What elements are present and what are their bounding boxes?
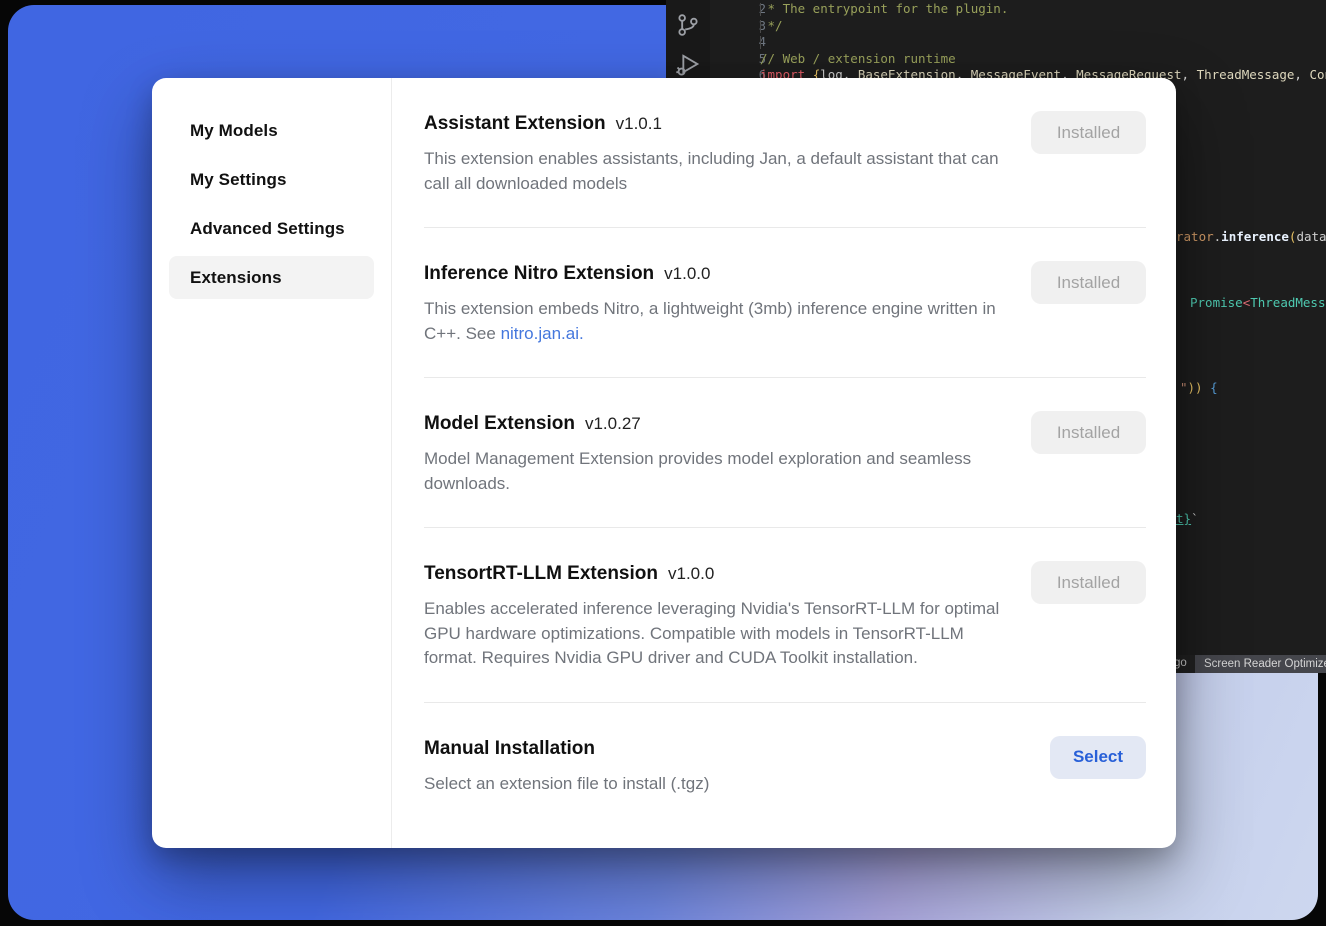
extension-info: TensortRT-LLM Extension v1.0.0 Enables acc…	[424, 561, 1002, 671]
extension-title: Assistant Extension v1.0.1	[424, 111, 1002, 137]
extension-row: TensortRT-LLM Extension v1.0.0 Enables acc…	[424, 528, 1146, 703]
line-number: 4	[710, 34, 766, 51]
settings-sidebar: My Models My Settings Advanced Settings Ext…	[152, 78, 392, 848]
sidebar-item-advanced-settings[interactable]: Advanced Settings	[169, 207, 374, 250]
extension-info: Model Extension v1.0.27 Model Management E…	[424, 411, 1002, 496]
code-token: data	[1296, 229, 1326, 244]
line-number: 5	[710, 51, 766, 68]
code-token: ,	[1294, 67, 1309, 82]
extension-name: Assistant Extension	[424, 113, 606, 134]
extension-title: Manual Installation	[424, 736, 709, 762]
code-fragment: t}`	[1176, 511, 1199, 526]
extensions-list: Assistant Extension v1.0.1 This extension …	[392, 78, 1176, 848]
extension-row: Model Extension v1.0.27 Model Management E…	[424, 378, 1146, 528]
extension-row: Manual Installation Select an extension f…	[424, 703, 1146, 828]
code-token: ))	[1188, 380, 1203, 395]
extension-name: TensortRT-LLM Extension	[424, 563, 658, 584]
code-line	[760, 34, 1326, 51]
code-lines: * The entrypoint for the plugin. */ // We…	[760, 1, 1326, 84]
sidebar-item-label: Advanced Settings	[190, 219, 345, 239]
extension-version: v1.0.27	[585, 414, 641, 433]
code-token: "	[1180, 380, 1188, 395]
extension-description: Model Management Extension provides mode…	[424, 447, 1002, 496]
extension-info: Inference Nitro Extension v1.0.0 This exte…	[424, 261, 1002, 346]
sidebar-item-label: My Settings	[190, 170, 287, 190]
code-token: */	[760, 18, 783, 33]
statusbar-screen-reader-item[interactable]: Screen Reader Optimized	[1195, 655, 1326, 673]
screenshot-stage: 23456 * The entrypoint for the plugin. *…	[0, 0, 1326, 926]
code-token: ThreadMessage	[1250, 295, 1326, 310]
code-token: {	[1210, 380, 1218, 395]
select-file-button[interactable]: Select	[1050, 736, 1146, 779]
installed-button[interactable]: Installed	[1031, 411, 1146, 454]
installed-button[interactable]: Installed	[1031, 111, 1146, 154]
code-line: * The entrypoint for the plugin.	[760, 1, 1326, 18]
extension-link[interactable]: nitro.jan.ai.	[501, 324, 584, 343]
code-token: ContentType	[1309, 67, 1326, 82]
settings-modal: My Models My Settings Advanced Settings Ext…	[152, 78, 1176, 848]
code-token: * The entrypoint for the plugin.	[760, 1, 1008, 16]
code-token: Promise	[1190, 295, 1243, 310]
extension-name: Manual Installation	[424, 738, 595, 759]
sidebar-item-extensions[interactable]: Extensions	[169, 256, 374, 299]
code-token: inference	[1221, 229, 1289, 244]
sidebar-item-label: My Models	[190, 121, 278, 141]
extension-description: This extension enables assistants, inclu…	[424, 147, 1002, 196]
code-token: rator	[1176, 229, 1214, 244]
line-numbers: 23456	[710, 1, 766, 84]
extension-info: Assistant Extension v1.0.1 This extension …	[424, 111, 1002, 196]
code-fragment: Promise<ThreadMessage>	[1190, 295, 1326, 310]
extension-title: TensortRT-LLM Extension v1.0.0	[424, 561, 1002, 587]
extension-version: v1.0.0	[668, 564, 714, 583]
run-debug-icon[interactable]	[674, 50, 702, 78]
extension-title: Inference Nitro Extension v1.0.0	[424, 261, 1002, 287]
code-token: // Web / extension runtime	[760, 51, 956, 66]
line-number: 2	[710, 1, 766, 18]
extension-description: This extension embeds Nitro, a lightweig…	[424, 297, 1002, 346]
extension-row: Assistant Extension v1.0.1 This extension …	[424, 78, 1146, 228]
sidebar-item-my-settings[interactable]: My Settings	[169, 158, 374, 201]
extension-row: Inference Nitro Extension v1.0.0 This exte…	[424, 228, 1146, 378]
extension-name: Model Extension	[424, 413, 575, 434]
extension-version: v1.0.1	[616, 114, 662, 133]
code-token: ,	[1182, 67, 1197, 82]
code-fragment: rator.inference(data));	[1176, 229, 1326, 244]
source-control-icon[interactable]	[674, 11, 702, 39]
code-line: */	[760, 18, 1326, 35]
extension-info: Manual Installation Select an extension f…	[424, 736, 709, 797]
extension-description: Select an extension file to install (.tg…	[424, 772, 709, 797]
code-token: t}	[1176, 511, 1191, 526]
extension-version: v1.0.0	[664, 264, 710, 283]
indent-guide	[760, 36, 761, 49]
sidebar-item-my-models[interactable]: My Models	[169, 109, 374, 152]
code-line: // Web / extension runtime	[760, 51, 1326, 68]
code-token: ThreadMessage	[1197, 67, 1295, 82]
installed-button[interactable]: Installed	[1031, 561, 1146, 604]
extension-description: Enables accelerated inference leveraging…	[424, 597, 1002, 671]
code-fragment: ")) {	[1180, 380, 1218, 395]
code-token: `	[1191, 511, 1199, 526]
sidebar-item-label: Extensions	[190, 268, 282, 288]
code-token	[1203, 380, 1211, 395]
installed-button[interactable]: Installed	[1031, 261, 1146, 304]
extension-name: Inference Nitro Extension	[424, 263, 654, 284]
extension-title: Model Extension v1.0.27	[424, 411, 1002, 437]
line-number: 3	[710, 18, 766, 35]
